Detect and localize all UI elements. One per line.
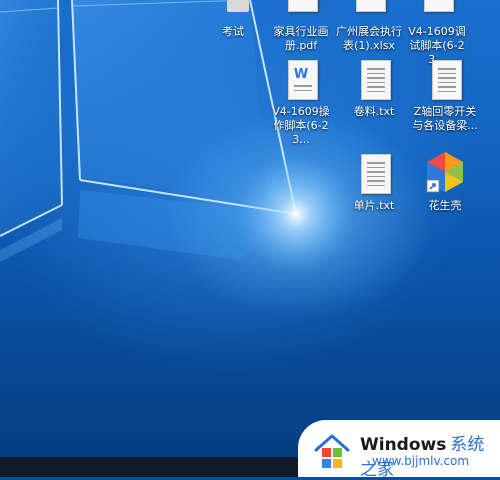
desktop-icon-peanut-shell[interactable]: 花生壳 <box>412 152 478 213</box>
watermark-badge: Windows 系统之家 www.bjjmlv.com <box>298 420 500 480</box>
desktop-icon-pdf[interactable]: 家具行业画册.pdf <box>268 0 334 53</box>
file-icon <box>417 0 457 22</box>
desktop-icon-xlsx[interactable]: 广州展会执行表(1).xlsx <box>336 0 402 53</box>
desktop-icon-single-txt[interactable]: 单片.txt <box>341 152 407 213</box>
desktop-icon-label: Z轴回零开关与各设备梁... <box>412 105 478 132</box>
desktop-icon-label: 家具行业画册.pdf <box>273 25 329 52</box>
pdf-file-icon <box>281 0 321 22</box>
desktop-icon-label: 单片.txt <box>353 199 395 212</box>
xlsx-file-icon <box>349 0 389 22</box>
wps-doc-icon: W <box>281 58 321 102</box>
watermark-url: www.bjjmlv.com <box>372 454 470 468</box>
desktop-icon-coil-txt[interactable]: 卷料.txt <box>341 58 407 119</box>
desktop-icon-z-axis-txt[interactable]: Z轴回零开关与各设备梁... <box>412 58 478 133</box>
desktop-icon-script-operation[interactable]: W V4-1609操作脚本(6-23... <box>268 58 334 147</box>
desktop-icon-label: 考试 <box>222 25 244 38</box>
desktop-icon-exam[interactable]: 考试 <box>200 0 266 39</box>
watermark-brand-en: Windows <box>360 435 447 455</box>
desktop-icon-label: 卷料.txt <box>353 105 395 118</box>
desktop-icon-script-debug[interactable]: V4-1609调试脚本(6-23... <box>404 0 470 67</box>
peanut-shell-app-icon <box>425 152 465 196</box>
text-file-icon <box>354 58 394 102</box>
windows-logo-icon <box>314 434 350 468</box>
text-file-icon <box>425 58 465 102</box>
partial-icon <box>213 0 253 22</box>
desktop-icon-label: V4-1609操作脚本(6-23... <box>272 105 330 146</box>
desktop-icon-label: 广州展会执行表(1).xlsx <box>336 25 402 52</box>
desktop[interactable]: 考试 家具行业画册.pdf 广州展会执行表(1).xlsx V4-1609调试脚… <box>0 0 500 457</box>
desktop-icon-label: 花生壳 <box>428 199 462 212</box>
text-file-icon <box>354 152 394 196</box>
